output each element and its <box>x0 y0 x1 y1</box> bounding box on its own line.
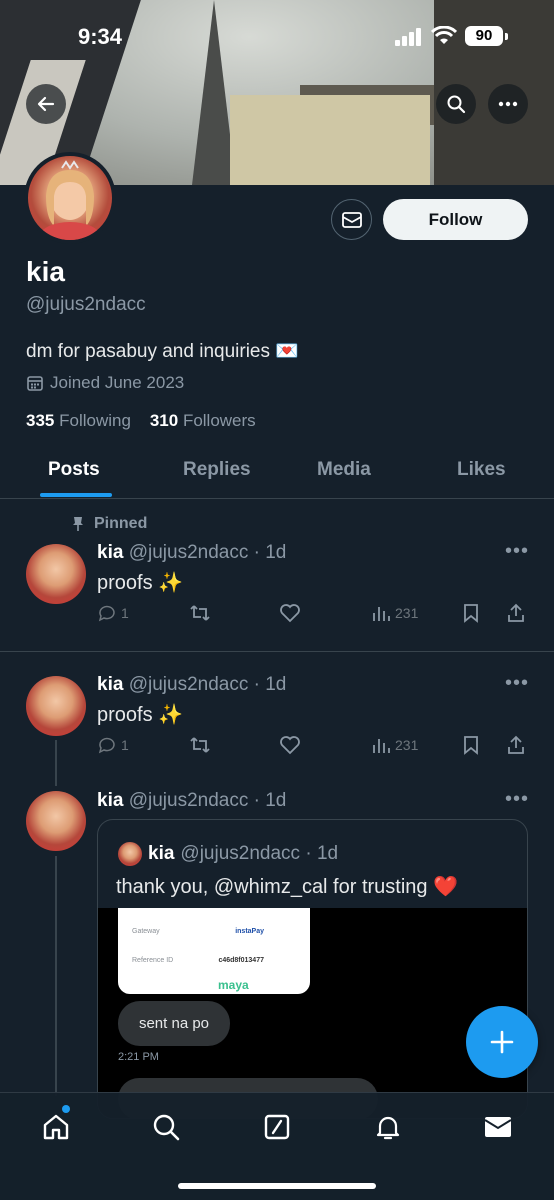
share-icon <box>508 603 524 622</box>
status-time: 9:34 <box>78 24 123 49</box>
share-button[interactable] <box>506 603 526 623</box>
quoted-avatar <box>118 842 142 866</box>
bell-icon <box>376 1116 400 1140</box>
thread-line <box>55 740 57 786</box>
quoted-post-header: kia @jujus2ndacc · 1d <box>118 842 338 866</box>
tab-replies[interactable]: Replies <box>183 459 251 481</box>
post-avatar[interactable] <box>26 791 86 851</box>
repost-icon <box>190 605 210 621</box>
nav-home[interactable] <box>40 1111 72 1143</box>
views-icon <box>373 607 390 621</box>
avatar-portrait <box>40 160 100 240</box>
tab-posts[interactable]: Posts <box>48 459 100 481</box>
post-text: proofs ✨ <box>97 704 184 726</box>
maya-logo: maya <box>218 978 249 992</box>
bookmark-icon <box>464 736 478 755</box>
post-actions: 1 231 <box>97 735 527 759</box>
pin-icon <box>73 517 83 531</box>
nav-messages[interactable] <box>482 1111 514 1143</box>
views-button[interactable]: 231 <box>371 735 418 755</box>
reply-icon <box>98 605 115 622</box>
post-header: kia @jujus2ndacc · 1d <box>97 790 287 811</box>
post-divider <box>0 651 554 652</box>
home-notification-dot <box>62 1105 70 1113</box>
repost-button[interactable] <box>189 603 211 623</box>
joined-text: Joined June 2023 <box>50 373 185 392</box>
search-icon <box>153 1114 180 1141</box>
home-icon <box>43 1114 69 1140</box>
views-icon <box>373 739 390 753</box>
quoted-post-text: thank you, @whimz_cal for trusting ❤️ <box>116 876 459 898</box>
thread-line <box>55 856 57 1096</box>
profile-handle: @jujus2ndacc <box>26 294 146 315</box>
post-header: kia @jujus2ndacc · 1d <box>97 542 287 563</box>
post-more-button[interactable]: ••• <box>505 788 529 811</box>
heart-icon <box>280 604 300 623</box>
profile-avatar[interactable] <box>24 152 116 244</box>
repost-button[interactable] <box>189 735 211 755</box>
search-button[interactable] <box>436 84 476 124</box>
post-header: kia @jujus2ndacc · 1d <box>97 674 287 695</box>
views-button[interactable]: 231 <box>371 603 418 623</box>
reply-button[interactable]: 1 <box>97 603 129 623</box>
post-avatar[interactable] <box>26 544 86 604</box>
post-actions: 1 231 <box>97 603 527 627</box>
post-more-button[interactable]: ••• <box>505 540 529 563</box>
home-indicator <box>178 1183 376 1189</box>
receipt-screenshot: Gateway instaPay Reference ID c46d8f0134… <box>118 908 310 994</box>
profile-tabs: Posts Replies Media Likes <box>0 448 554 499</box>
battery-indicator: 90 <box>465 26 503 46</box>
pinned-label: Pinned <box>70 515 147 533</box>
nav-search[interactable] <box>150 1111 182 1143</box>
status-bar: 9:34 90 <box>0 22 554 52</box>
tab-likes[interactable]: Likes <box>457 459 506 481</box>
quoted-post-image[interactable]: Gateway instaPay Reference ID c46d8f0134… <box>98 908 527 1118</box>
compose-button[interactable] <box>466 1006 538 1078</box>
follow-button[interactable]: Follow <box>383 199 528 240</box>
search-icon <box>447 95 466 114</box>
joined-date: Joined June 2023 <box>26 373 184 393</box>
reply-icon <box>98 737 115 754</box>
active-tab-indicator <box>40 493 112 497</box>
post-text: proofs ✨ <box>97 572 184 594</box>
profile-bio: dm for pasabuy and inquiries 💌 <box>26 341 299 362</box>
more-options-button[interactable] <box>488 84 528 124</box>
tab-media[interactable]: Media <box>317 459 371 481</box>
calendar-icon <box>27 376 43 391</box>
wifi-icon <box>431 26 457 44</box>
follow-stats: 335 Following 310 Followers <box>26 411 256 431</box>
arrow-left-icon <box>37 96 55 112</box>
post-more-button[interactable]: ••• <box>505 672 529 695</box>
bookmark-button[interactable] <box>462 735 480 755</box>
nav-notifications[interactable] <box>372 1111 404 1143</box>
profile-name: kia <box>26 256 65 287</box>
followers-link[interactable]: 310 Followers <box>150 411 256 430</box>
message-button[interactable] <box>331 199 372 240</box>
share-button[interactable] <box>506 735 526 755</box>
post-avatar[interactable] <box>26 676 86 736</box>
like-button[interactable] <box>279 603 301 623</box>
bookmark-icon <box>464 604 478 623</box>
nav-grok[interactable] <box>261 1111 293 1143</box>
repost-icon <box>190 737 210 753</box>
envelope-icon <box>341 211 362 228</box>
envelope-icon <box>484 1117 512 1137</box>
chat-bubble: sent na po <box>118 1001 230 1046</box>
following-link[interactable]: 335 Following <box>26 411 131 430</box>
slash-box-icon <box>264 1114 290 1140</box>
plus-icon <box>490 1030 514 1054</box>
like-button[interactable] <box>279 735 301 755</box>
heart-icon <box>280 736 300 755</box>
chat-timestamp: 2:21 PM <box>118 1051 159 1063</box>
reply-button[interactable]: 1 <box>97 735 129 755</box>
back-button[interactable] <box>26 84 66 124</box>
bookmark-button[interactable] <box>462 603 480 623</box>
share-icon <box>508 735 524 754</box>
quoted-post[interactable]: kia @jujus2ndacc · 1d thank you, @whimz_… <box>97 819 528 1119</box>
more-horizontal-icon <box>498 101 518 107</box>
cellular-signal-icon <box>395 28 421 46</box>
